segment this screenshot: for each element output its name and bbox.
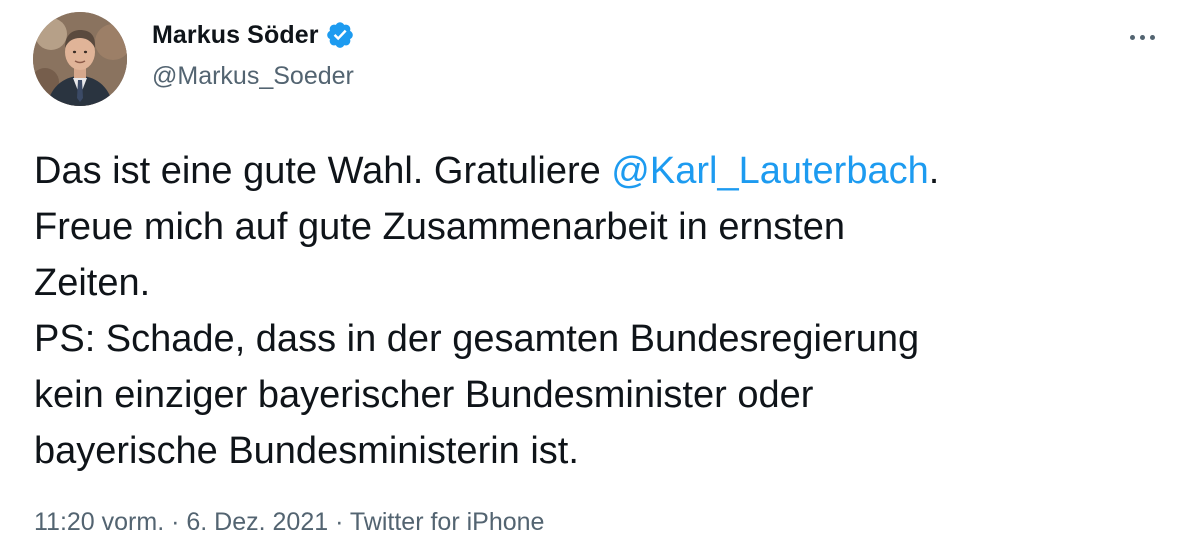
- tweet-line-1: Das ist eine gute Wahl. Gratuliere @Karl…: [34, 143, 1154, 199]
- author-name-row[interactable]: Markus Söder: [152, 20, 355, 50]
- author-handle[interactable]: @Markus_Soeder: [152, 62, 354, 91]
- tweet-date-link[interactable]: 6. Dez. 2021: [186, 508, 328, 536]
- tweet-time-link[interactable]: 11:20 vorm.: [34, 508, 164, 536]
- more-options-icon: [1129, 34, 1135, 40]
- avatar-photo: [33, 12, 127, 106]
- more-options-icon-dot: [1139, 34, 1145, 40]
- avatar[interactable]: [33, 12, 127, 106]
- verified-badge-icon: [325, 20, 355, 50]
- tweet-line-3: Zeiten.: [34, 262, 151, 304]
- tweet-line-2: Freue mich auf gute Zusammenarbeit in er…: [34, 206, 846, 248]
- tweet-line-4: PS: Schade, dass in der gesamten Bundesr…: [34, 318, 920, 360]
- tweet-meta: 11:20 vorm. · 6. Dez. 2021 · Twitter for…: [34, 508, 544, 537]
- tweet-text-segment: .: [928, 150, 940, 192]
- more-options-button[interactable]: [1122, 22, 1162, 52]
- tweet-text: Das ist eine gute Wahl. Gratuliere @Karl…: [34, 143, 1154, 479]
- tweet-line-5: kein einziger bayerischer Bundesminister…: [34, 374, 814, 416]
- tweet-source-link[interactable]: Twitter for iPhone: [350, 508, 545, 536]
- tweet-text-segment: Das ist eine gute Wahl. Gratuliere: [34, 150, 612, 192]
- meta-separator: ·: [328, 508, 350, 536]
- more-options-icon-dot: [1149, 34, 1155, 40]
- author-display-name[interactable]: Markus Söder: [152, 21, 319, 50]
- tweet-line-6: bayerische Bundesministerin ist.: [34, 430, 579, 472]
- mention-link[interactable]: @Karl_Lauterbach: [611, 150, 928, 192]
- tweet-card: Markus Söder @Markus_Soeder Das ist eine…: [0, 0, 1192, 558]
- meta-separator: ·: [164, 508, 187, 536]
